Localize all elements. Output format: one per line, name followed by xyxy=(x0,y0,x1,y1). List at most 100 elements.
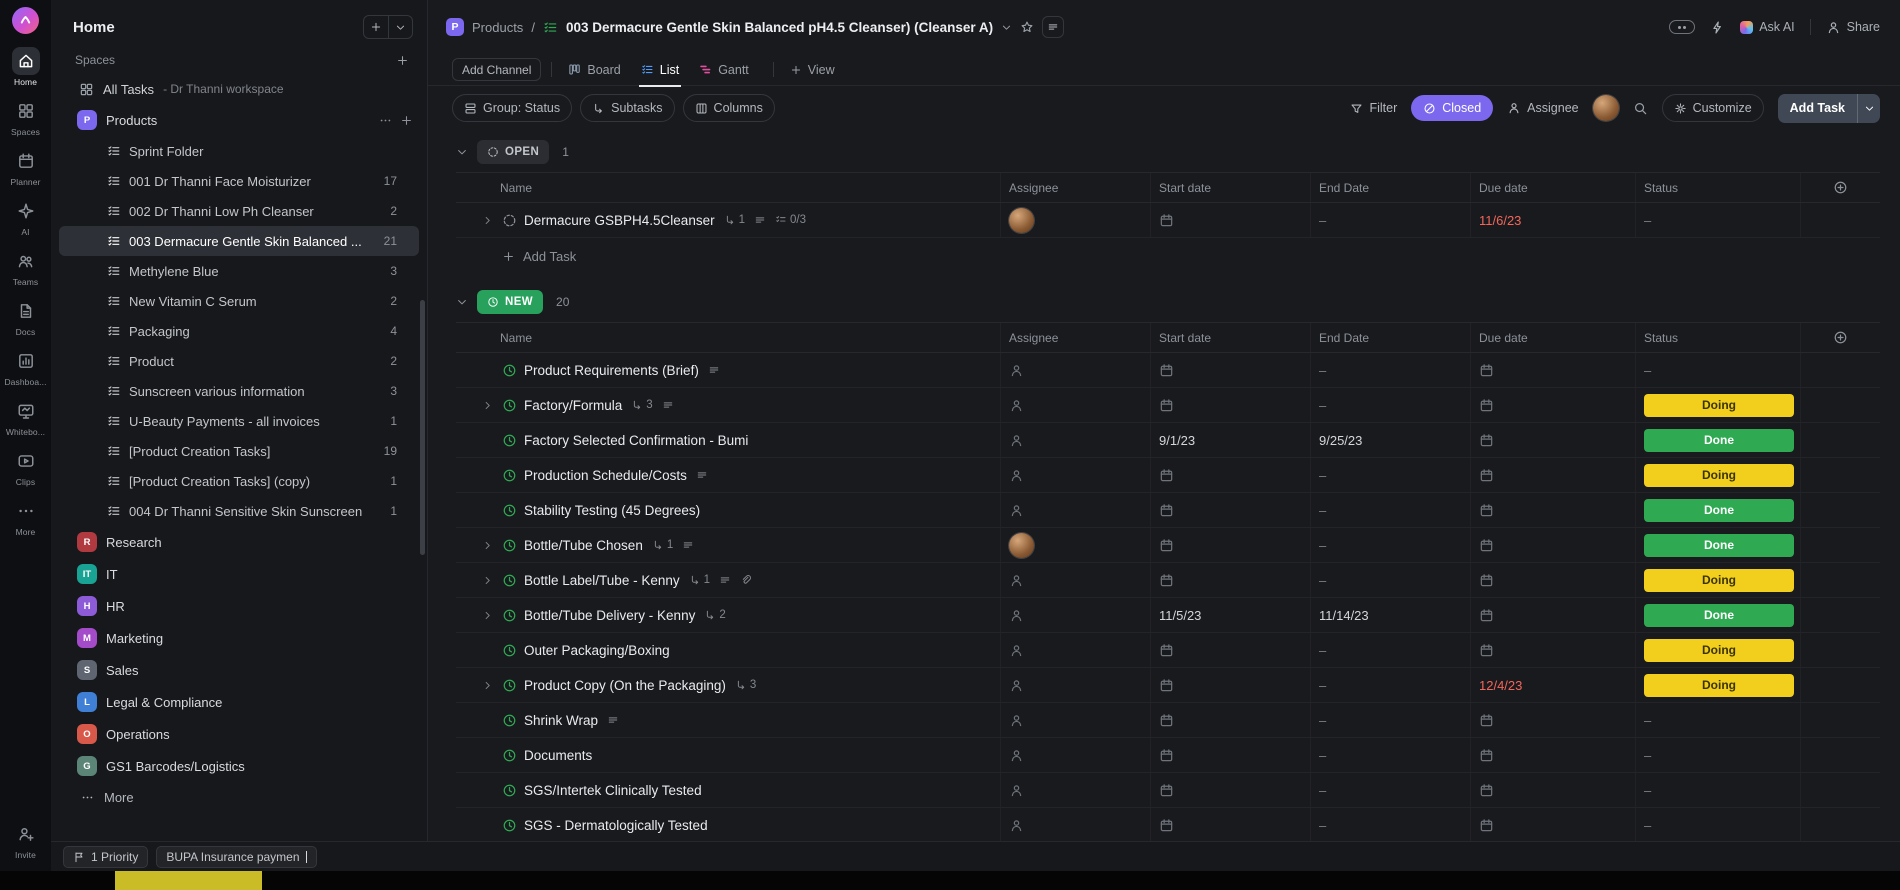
end-date-cell[interactable]: – xyxy=(1310,773,1470,807)
rail-item-teams[interactable]: Teams xyxy=(0,242,51,292)
end-date-cell[interactable]: – xyxy=(1310,458,1470,492)
clickup-logo[interactable] xyxy=(12,7,39,34)
task-status-icon[interactable] xyxy=(502,713,517,728)
task-row[interactable]: Factory Selected Confirmation - Bumi 9/1/… xyxy=(456,423,1880,458)
column-header[interactable]: Start date xyxy=(1150,323,1310,352)
add-view-button[interactable]: View xyxy=(784,54,841,86)
search-icon[interactable] xyxy=(1633,101,1648,116)
tray-item-priority[interactable]: 1 Priority xyxy=(63,845,149,868)
start-date-cell[interactable]: 9/1/23 xyxy=(1150,423,1310,457)
expand-icon[interactable] xyxy=(480,400,495,411)
space-options-icon[interactable] xyxy=(379,114,392,127)
assignee-filter-button[interactable]: Assignee xyxy=(1507,101,1579,115)
sidebar-list-item[interactable]: 001 Dr Thanni Face Moisturizer 17 xyxy=(59,166,419,196)
task-status-icon[interactable] xyxy=(502,783,517,798)
assignee-cell[interactable] xyxy=(1000,738,1150,772)
start-date-cell[interactable] xyxy=(1150,808,1310,841)
task-status-icon[interactable] xyxy=(502,818,517,833)
start-date-cell[interactable] xyxy=(1150,738,1310,772)
add-space-icon[interactable] xyxy=(396,54,409,67)
status-pill[interactable]: Doing xyxy=(1644,463,1794,487)
status-cell[interactable]: Doing xyxy=(1635,563,1800,597)
sidebar-list-item[interactable]: 003 Dermacure Gentle Skin Balanced ... 21 xyxy=(59,226,419,256)
due-date-cell[interactable] xyxy=(1470,633,1635,667)
sidebar-scrollbar[interactable] xyxy=(420,300,425,555)
assignee-cell[interactable] xyxy=(1000,773,1150,807)
expand-icon[interactable] xyxy=(480,575,495,586)
status-cell[interactable]: Doing xyxy=(1635,633,1800,667)
column-header[interactable]: Status xyxy=(1635,323,1800,352)
rail-item-spaces[interactable]: Spaces xyxy=(0,92,51,142)
task-status-icon[interactable] xyxy=(502,433,517,448)
sidebar-list-item[interactable]: Sunscreen various information 3 xyxy=(59,376,419,406)
status-cell[interactable]: – xyxy=(1635,738,1800,772)
rail-item-clips[interactable]: Clips xyxy=(0,442,51,492)
column-header[interactable]: End Date xyxy=(1310,323,1470,352)
subtasks-button[interactable]: Subtasks xyxy=(580,94,675,122)
usage-meter[interactable] xyxy=(1669,20,1696,34)
sidebar-list-item[interactable]: Sprint Folder xyxy=(59,136,419,166)
customize-button[interactable]: Customize xyxy=(1661,94,1764,122)
sidebar-list-item[interactable]: 004 Dr Thanni Sensitive Skin Sunscreen 1 xyxy=(59,496,419,526)
end-date-cell[interactable]: – xyxy=(1310,203,1470,237)
sidebar-space-hr[interactable]: H HR xyxy=(51,590,427,622)
rail-item-planner[interactable]: Planner xyxy=(0,142,51,192)
breadcrumb-space[interactable]: Products xyxy=(472,20,523,35)
due-date-cell[interactable] xyxy=(1470,598,1635,632)
assignee-cell[interactable] xyxy=(1000,668,1150,702)
add-column-button[interactable] xyxy=(1800,323,1880,352)
status-cell[interactable]: – xyxy=(1635,203,1800,237)
status-pill[interactable]: Doing xyxy=(1644,568,1794,592)
task-row[interactable]: Bottle Label/Tube - Kenny 1 – Doing xyxy=(456,563,1880,598)
due-date-cell[interactable] xyxy=(1470,423,1635,457)
column-header[interactable]: Assignee xyxy=(1000,173,1150,202)
end-date-cell[interactable]: – xyxy=(1310,808,1470,841)
status-cell[interactable]: – xyxy=(1635,353,1800,387)
start-date-cell[interactable] xyxy=(1150,773,1310,807)
tab-board[interactable]: Board xyxy=(562,54,626,86)
ask-ai-button[interactable]: Ask AI xyxy=(1740,20,1795,34)
task-status-icon[interactable] xyxy=(502,503,517,518)
column-header-name[interactable]: Name xyxy=(456,173,1000,202)
sidebar-list-item[interactable]: U-Beauty Payments - all invoices 1 xyxy=(59,406,419,436)
sidebar-add-button[interactable] xyxy=(364,16,388,38)
notes-button[interactable] xyxy=(1042,16,1065,38)
end-date-cell[interactable]: – xyxy=(1310,528,1470,562)
start-date-cell[interactable] xyxy=(1150,353,1310,387)
start-date-cell[interactable] xyxy=(1150,388,1310,422)
group-status-badge[interactable]: OPEN xyxy=(477,140,550,164)
add-task-button[interactable]: Add Task xyxy=(1777,93,1880,123)
task-row[interactable]: SGS/Intertek Clinically Tested – – xyxy=(456,773,1880,808)
task-row[interactable]: Documents – – xyxy=(456,738,1880,773)
start-date-cell[interactable] xyxy=(1150,493,1310,527)
task-row[interactable]: Dermacure GSBPH4.5Cleanser 1 0/3 – 11/6/23 – xyxy=(456,203,1880,238)
task-status-icon[interactable] xyxy=(502,363,517,378)
sidebar-more[interactable]: More xyxy=(51,782,427,812)
end-date-cell[interactable]: – xyxy=(1310,388,1470,422)
sidebar-space-marketing[interactable]: M Marketing xyxy=(51,622,427,654)
due-date-cell[interactable] xyxy=(1470,458,1635,492)
assignee-cell[interactable] xyxy=(1000,563,1150,597)
status-pill[interactable]: Done xyxy=(1644,533,1794,557)
products-space-icon[interactable]: P xyxy=(446,18,464,36)
tab-gantt[interactable]: Gantt xyxy=(693,54,755,86)
end-date-cell[interactable]: – xyxy=(1310,353,1470,387)
filter-button[interactable]: Filter xyxy=(1350,101,1397,115)
status-pill[interactable]: Done xyxy=(1644,498,1794,522)
task-row[interactable]: SGS - Dermatologically Tested – – xyxy=(456,808,1880,841)
task-status-icon[interactable] xyxy=(502,398,517,413)
sidebar-list-item[interactable]: [Product Creation Tasks] 19 xyxy=(59,436,419,466)
rail-item-ai[interactable]: AI xyxy=(0,192,51,242)
status-cell[interactable]: Doing xyxy=(1635,668,1800,702)
sidebar-space-sales[interactable]: S Sales xyxy=(51,654,427,686)
add-column-button[interactable] xyxy=(1800,173,1880,202)
start-date-cell[interactable] xyxy=(1150,703,1310,737)
due-date-cell[interactable] xyxy=(1470,808,1635,841)
status-cell[interactable]: Doing xyxy=(1635,458,1800,492)
task-row[interactable]: Outer Packaging/Boxing – Doing xyxy=(456,633,1880,668)
column-header[interactable]: Assignee xyxy=(1000,323,1150,352)
column-header[interactable]: Due date xyxy=(1470,323,1635,352)
task-status-icon[interactable] xyxy=(502,538,517,553)
sidebar-space-it[interactable]: IT IT xyxy=(51,558,427,590)
start-date-cell[interactable] xyxy=(1150,633,1310,667)
